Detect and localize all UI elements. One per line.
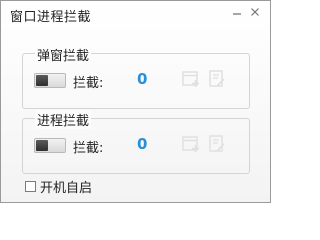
autostart-checkbox[interactable] [25, 180, 36, 192]
process-intercept-group: 进程拦截 拦截: 0 [22, 110, 250, 174]
add-rule-icon[interactable] [181, 69, 201, 89]
popup-intercept-legend: 弹窗拦截 [35, 45, 92, 64]
close-icon[interactable] [248, 6, 262, 20]
popup-intercept-toggle[interactable] [34, 73, 66, 88]
edit-list-icon[interactable] [207, 69, 227, 89]
popup-count-value: 0 [137, 70, 148, 88]
process-count-value: 0 [137, 135, 148, 153]
toggle-knob [36, 140, 48, 151]
edit-list-icon[interactable] [207, 134, 227, 154]
process-intercept-toggle[interactable] [34, 138, 66, 153]
window-frame: 窗口进程拦截 弹窗拦截 拦截: 0 进程拦截 拦截: 0 开机自启 [0, 0, 271, 203]
process-count-label: 拦截: [73, 141, 104, 156]
popup-count-label: 拦截: [73, 76, 104, 91]
process-intercept-legend: 进程拦截 [35, 110, 92, 129]
toggle-knob [36, 75, 48, 86]
autostart-option[interactable]: 开机自启 [25, 177, 92, 196]
window-title: 窗口进程拦截 [10, 10, 92, 25]
popup-intercept-group: 弹窗拦截 拦截: 0 [22, 45, 250, 109]
autostart-label[interactable]: 开机自启 [40, 177, 92, 196]
minimize-icon[interactable] [230, 6, 244, 20]
add-rule-icon[interactable] [181, 134, 201, 154]
